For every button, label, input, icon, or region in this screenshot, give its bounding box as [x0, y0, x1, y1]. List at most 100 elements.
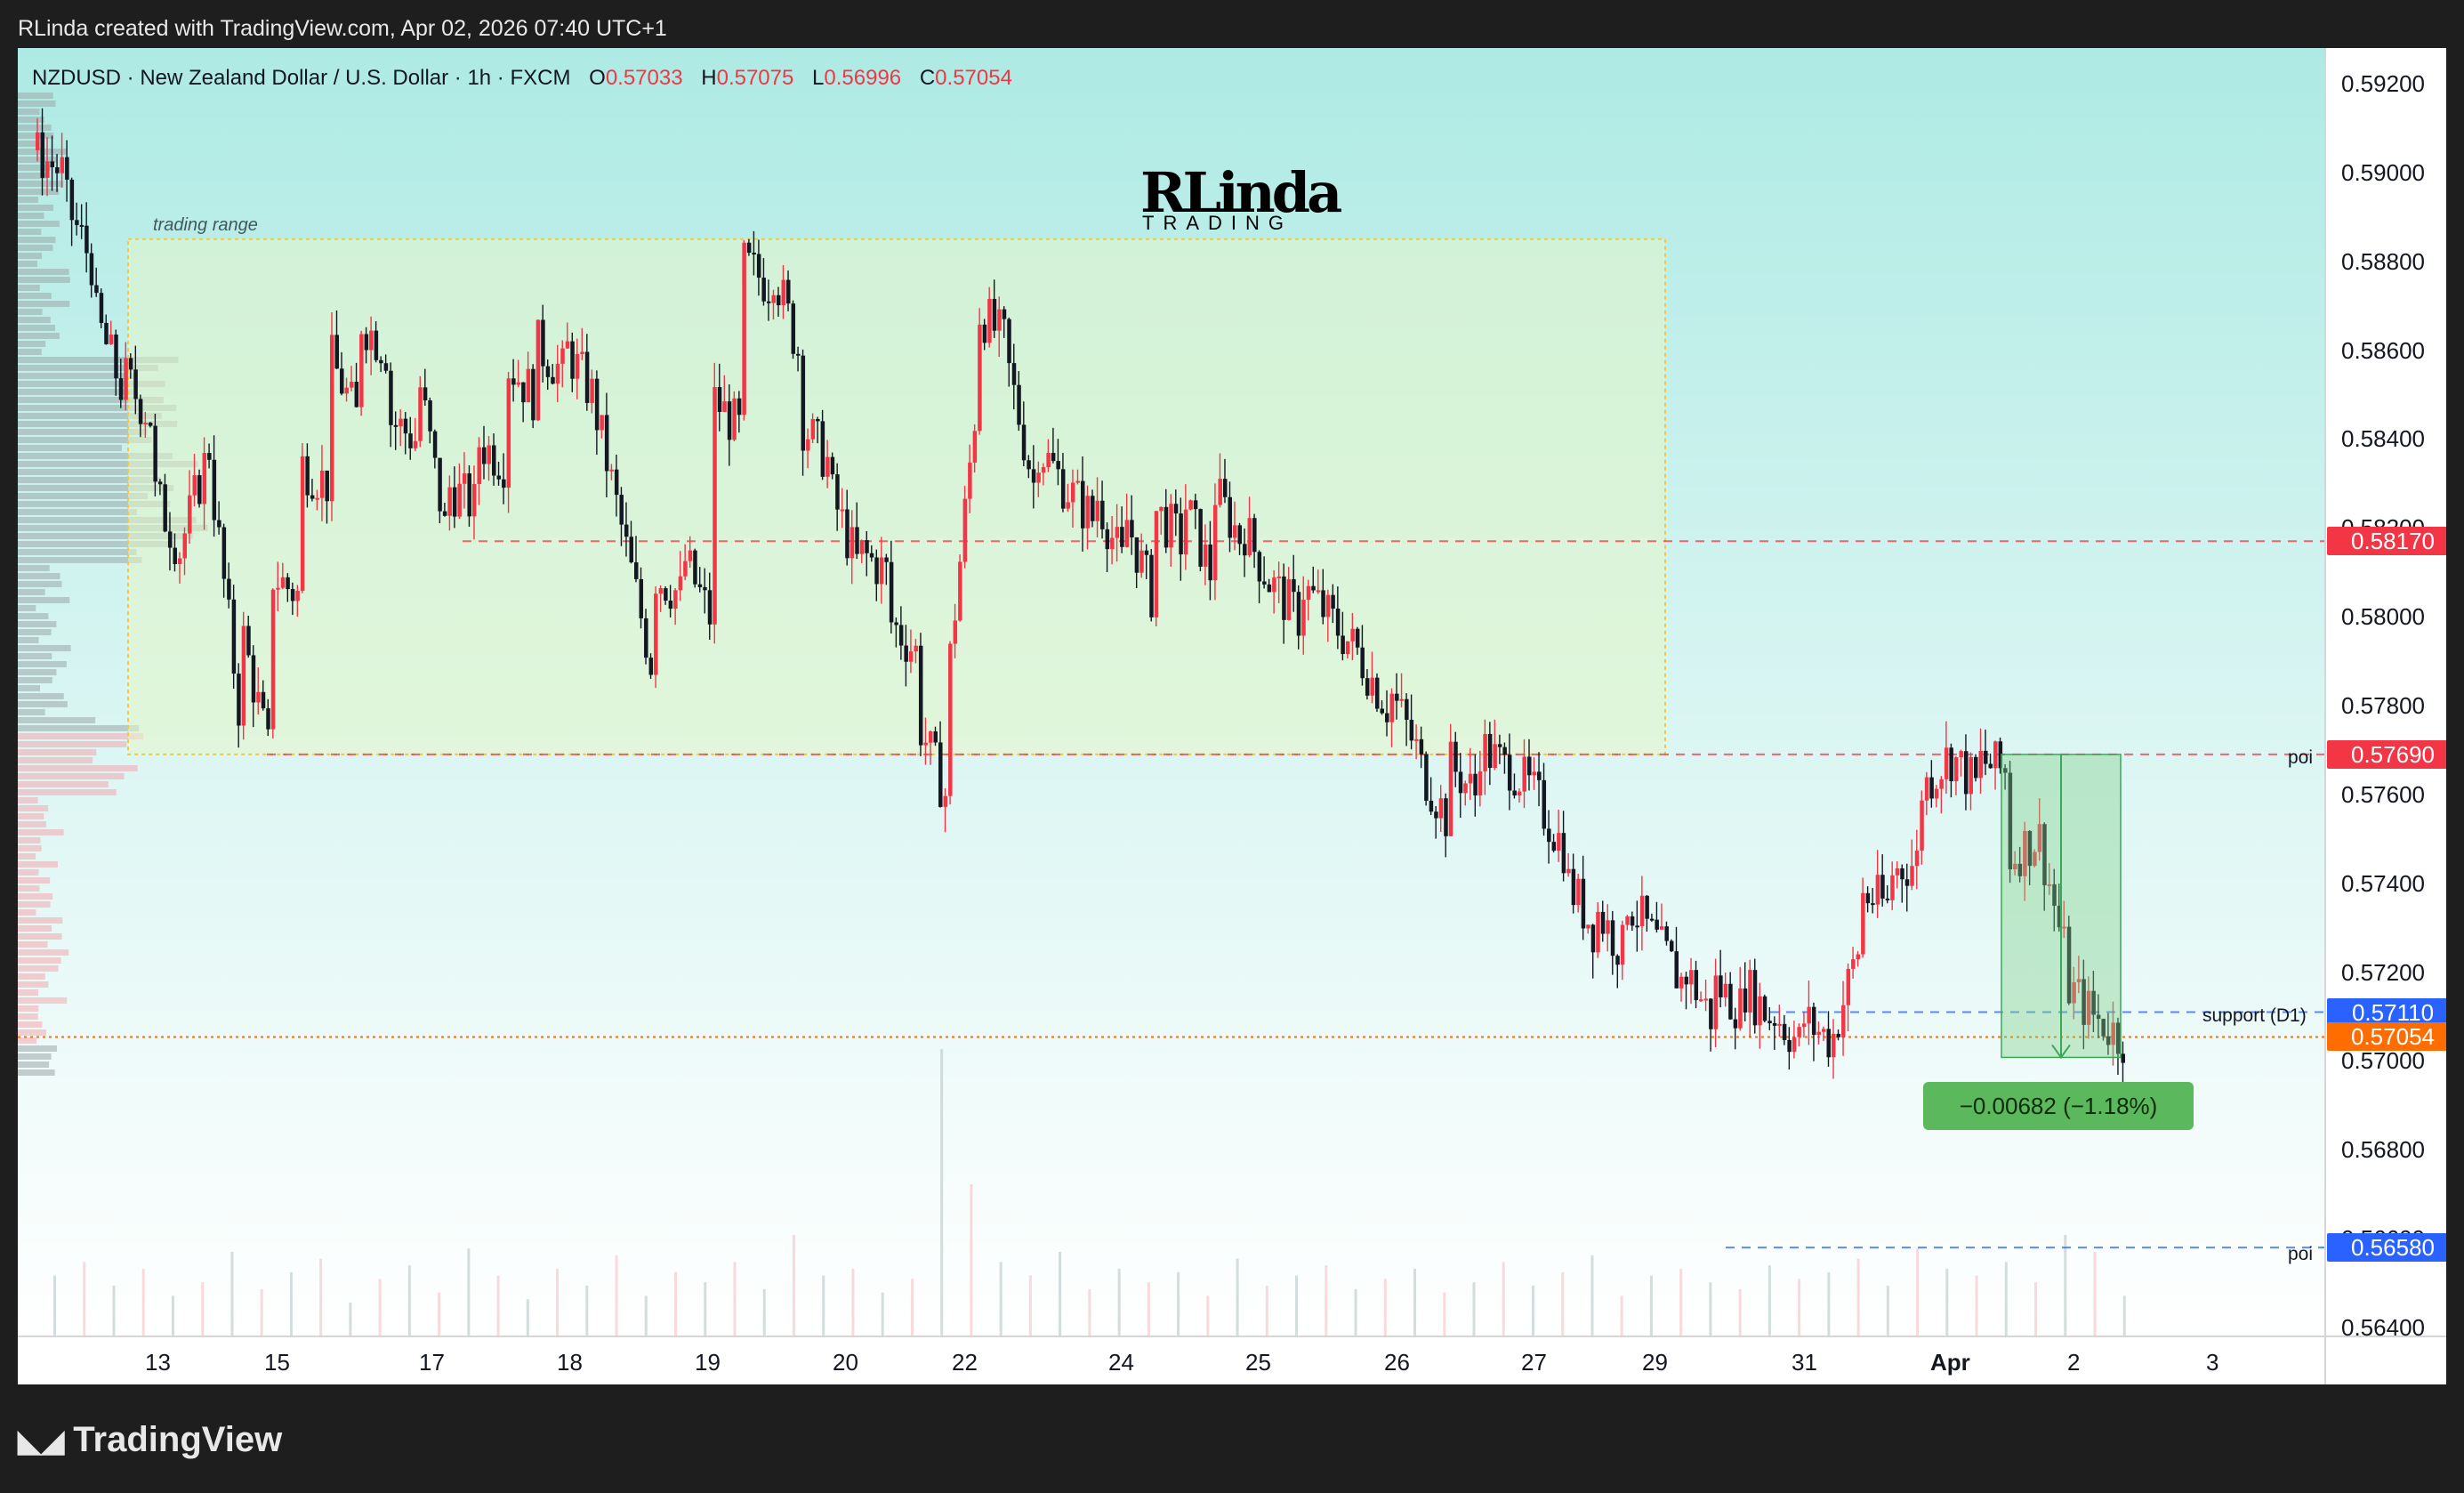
candle-body [1713, 975, 1719, 1029]
candle-body [89, 253, 94, 286]
price-chart[interactable] [18, 48, 2446, 1384]
volume-profile-bar [18, 701, 68, 707]
candle-body [1198, 509, 1203, 567]
candle-body [1875, 875, 1880, 905]
candle-body [752, 253, 756, 255]
volume-profile-bar [18, 205, 53, 211]
candle-body [693, 550, 697, 585]
candle-body [1959, 751, 1963, 758]
low-label: L [812, 66, 825, 90]
candle-body [1212, 504, 1218, 581]
candle-body [1316, 590, 1321, 593]
candle-body [1939, 779, 1944, 789]
candle-body [1586, 924, 1590, 929]
candle-body [600, 415, 604, 431]
candle-body [1286, 578, 1292, 620]
candle-body [1173, 504, 1179, 514]
candle-body [746, 242, 752, 254]
candle-body [55, 166, 60, 174]
volume-bar [171, 1295, 174, 1336]
candle-body [340, 368, 344, 394]
time-tick-label: 2 [2067, 1349, 2081, 1376]
candle-body [1811, 1006, 1816, 1036]
candle-body [408, 433, 413, 448]
candle-body [118, 378, 124, 400]
candle-body [1341, 635, 1345, 655]
volume-bar [881, 1292, 884, 1336]
candle-body [609, 469, 614, 472]
volume-bar [1265, 1286, 1268, 1336]
volume-profile-bar [18, 965, 59, 972]
candle-body [428, 399, 432, 432]
candle-body [295, 590, 300, 601]
volume-bar [496, 1275, 500, 1336]
candle-body [1036, 472, 1041, 483]
price-tag-level-1[interactable]: 0.58170 [2327, 527, 2446, 556]
volume-profile-bar [18, 765, 138, 771]
candle-body [908, 651, 914, 662]
candle-body [290, 589, 295, 601]
candle-body [1095, 500, 1100, 521]
candle-body [1021, 424, 1027, 461]
candle-body [237, 674, 241, 726]
candle-body [1060, 469, 1066, 509]
volume-profile-bar [18, 325, 56, 331]
candle-body [766, 301, 771, 303]
candle-body [713, 387, 717, 625]
candle-body [1203, 545, 1208, 567]
volume-profile-bar [18, 749, 97, 755]
volume-bar [407, 1265, 411, 1336]
candle-body [565, 341, 570, 349]
candle-body [1120, 527, 1124, 547]
volume-bar [1945, 1269, 1949, 1336]
candle-body [604, 415, 609, 472]
candle-body [1272, 577, 1276, 593]
candle-body [933, 731, 938, 743]
candle-body [79, 224, 85, 227]
volume-bar [1325, 1265, 1328, 1336]
candle-body [884, 557, 889, 562]
candle-body [1017, 384, 1021, 425]
candle-body [1649, 918, 1655, 921]
candle-body [1056, 461, 1060, 470]
volume-bar [2064, 1235, 2067, 1336]
candle-body [413, 440, 418, 448]
volume-profile-bar [18, 829, 64, 835]
candle-body [1547, 828, 1551, 843]
price-tag-last[interactable]: 0.57054 [2327, 1022, 2446, 1052]
time-tick-label: 29 [1642, 1349, 1668, 1376]
candle-body [266, 708, 270, 730]
volume-profile-bar [18, 653, 52, 659]
candle-body [1865, 892, 1871, 904]
volume-bar [910, 1279, 914, 1336]
candle-body [1836, 1033, 1841, 1037]
volume-bar [999, 1262, 1003, 1336]
volume-profile-bar [18, 885, 40, 892]
candle-body [1282, 576, 1286, 620]
candle-body [276, 587, 280, 590]
candle-body [1625, 916, 1630, 925]
volume-profile-bar [18, 949, 69, 956]
candle-body [1497, 744, 1502, 747]
volume-profile-bar [18, 589, 45, 595]
volume-profile-bar [18, 309, 43, 315]
volume-bar [1590, 1255, 1594, 1336]
candle-body [305, 456, 310, 496]
chart-frame[interactable]: NZDUSD · New Zealand Dollar / U.S. Dolla… [18, 48, 2446, 1384]
candle-body [889, 561, 894, 623]
candle-body [1228, 496, 1232, 538]
trading-range-box [127, 238, 1666, 755]
price-tick-label: 0.57600 [2341, 780, 2425, 808]
price-tag-level-3[interactable]: 0.56580 [2327, 1233, 2446, 1263]
volume-bar [2122, 1295, 2126, 1336]
volume-profile-bar [18, 1013, 38, 1020]
volume-bar [1975, 1275, 1978, 1336]
volume-bar [1383, 1279, 1387, 1336]
candle-body [1331, 594, 1335, 609]
candle-body [1468, 773, 1473, 784]
candle-body [207, 453, 212, 460]
volume-profile-bar [18, 101, 56, 107]
volume-bar [1147, 1282, 1150, 1336]
price-tag-level-2[interactable]: 0.57690 [2327, 739, 2446, 769]
candle-body [816, 418, 820, 422]
